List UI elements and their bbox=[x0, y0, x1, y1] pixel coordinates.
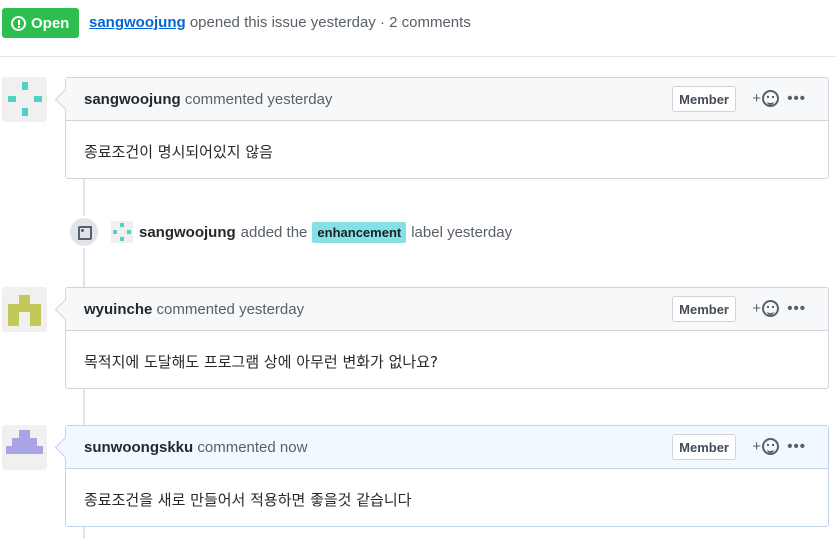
smiley-icon bbox=[762, 300, 779, 317]
add-reaction-button[interactable]: + bbox=[752, 90, 779, 107]
comment-title: wyuinche commented yesterday bbox=[84, 301, 304, 318]
comment-header: wyuinche commented yesterday Member + ••… bbox=[66, 288, 828, 331]
comment-header: sangwoojung commented yesterday Member +… bbox=[66, 78, 828, 121]
issue-summary: opened this issue yesterday · 2 comments bbox=[189, 14, 471, 31]
comment-time[interactable]: commented now bbox=[197, 439, 307, 456]
issue-meta: sangwoojung opened this issue yesterday … bbox=[89, 14, 471, 31]
comment-body: 목적지에 도달해도 프로그램 상에 아무런 변화가 없나요? bbox=[84, 353, 438, 371]
comment-title: sunwoongskku commented now bbox=[84, 439, 307, 456]
member-badge: Member bbox=[672, 434, 736, 460]
more-options-button[interactable]: ••• bbox=[787, 90, 806, 107]
comment-time[interactable]: commented yesterday bbox=[157, 301, 305, 318]
comment-body: 종료조건을 새로 만들어서 적용하면 좋을것 같습니다 bbox=[84, 491, 412, 509]
more-options-button[interactable]: ••• bbox=[787, 300, 806, 317]
issue-author-link[interactable]: sangwoojung bbox=[89, 14, 186, 31]
add-reaction-button[interactable]: + bbox=[752, 300, 779, 317]
tag-icon bbox=[68, 216, 100, 248]
issue-state-label: Open bbox=[31, 14, 70, 32]
comment-author[interactable]: sunwoongskku bbox=[84, 439, 193, 456]
mini-avatar-sangwoojung[interactable] bbox=[111, 221, 133, 243]
avatar-wyuinche[interactable] bbox=[2, 287, 47, 332]
member-badge: Member bbox=[672, 86, 736, 112]
label-event: sangwoojung added the enhancement label … bbox=[68, 216, 512, 248]
enhancement-label[interactable]: enhancement bbox=[312, 221, 407, 243]
event-suffix: label yesterday bbox=[411, 223, 513, 241]
smiley-icon bbox=[762, 438, 779, 455]
comment-1: sangwoojung commented yesterday Member +… bbox=[65, 77, 829, 179]
comment-time[interactable]: commented yesterday bbox=[185, 91, 333, 108]
comment-author[interactable]: sangwoojung bbox=[84, 91, 181, 108]
event-actor[interactable]: sangwoojung bbox=[139, 224, 236, 241]
comment-body: 종료조건이 명시되어있지 않음 bbox=[84, 143, 273, 161]
avatar-sunwoongskku[interactable] bbox=[2, 425, 47, 470]
comment-2: wyuinche commented yesterday Member + ••… bbox=[65, 287, 829, 389]
comment-title: sangwoojung commented yesterday bbox=[84, 91, 332, 108]
issue-opened-icon bbox=[11, 15, 26, 31]
event-action: added the bbox=[240, 223, 308, 241]
smiley-icon bbox=[762, 90, 779, 107]
comment-header: sunwoongskku commented now Member + ••• bbox=[66, 426, 828, 469]
comment-3: sunwoongskku commented now Member + ••• … bbox=[65, 425, 829, 527]
comment-author[interactable]: wyuinche bbox=[84, 301, 152, 318]
issue-state-badge: Open bbox=[2, 8, 80, 38]
add-reaction-button[interactable]: + bbox=[752, 438, 779, 455]
more-options-button[interactable]: ••• bbox=[787, 438, 806, 455]
avatar-sangwoojung[interactable] bbox=[2, 77, 47, 122]
issue-header: Open sangwoojung opened this issue yeste… bbox=[0, 0, 835, 57]
member-badge: Member bbox=[672, 296, 736, 322]
